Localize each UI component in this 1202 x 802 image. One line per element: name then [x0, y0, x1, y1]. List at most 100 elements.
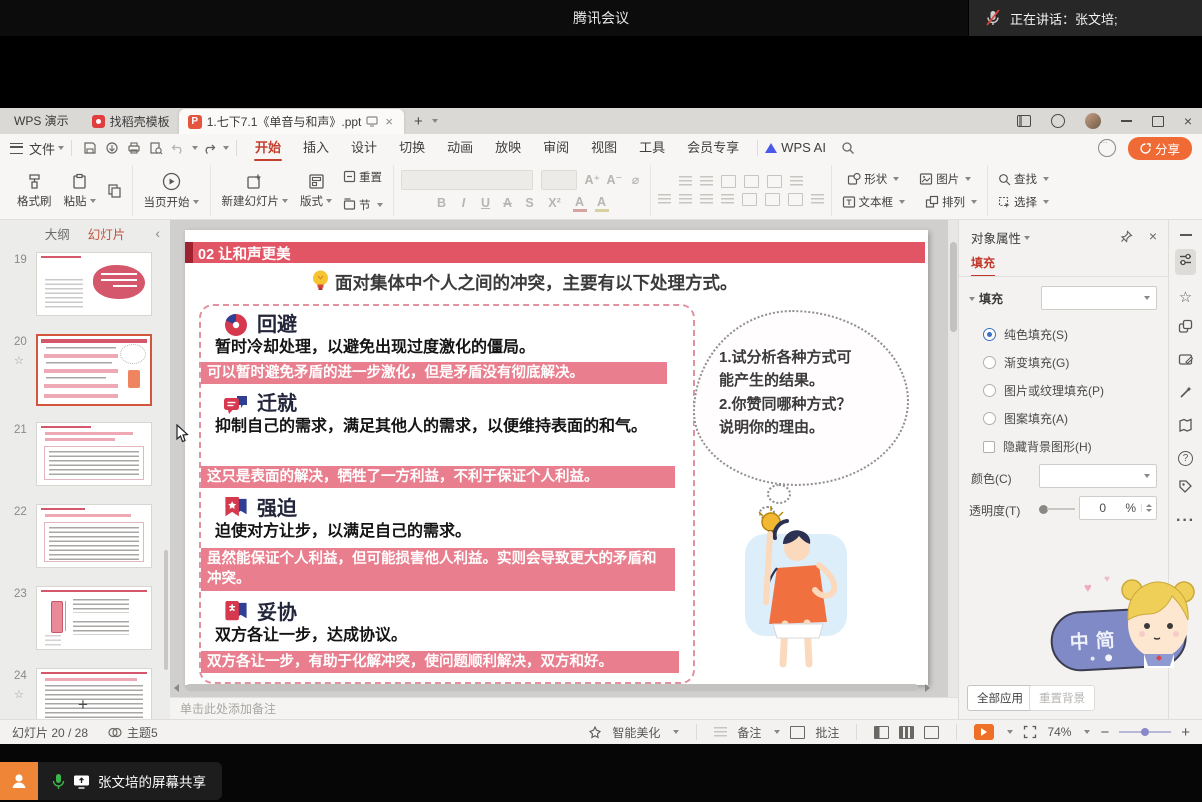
horizontal-scroll-thumb[interactable]: [186, 684, 918, 691]
color-dropdown[interactable]: [1039, 464, 1157, 488]
slide-thumbnail[interactable]: [36, 586, 152, 650]
menu-transition[interactable]: 切换: [388, 134, 436, 162]
transparency-spinner[interactable]: 0 %: [1079, 496, 1157, 520]
vertical-scrollbar[interactable]: [948, 220, 958, 697]
picture-texture-fill-radio[interactable]: 图片或纹理填充(P): [983, 382, 1104, 399]
online-services-icon[interactable]: [1051, 114, 1065, 128]
pattern-fill-radio[interactable]: 图案填充(A): [983, 410, 1068, 427]
layout-button[interactable]: 版式: [296, 171, 336, 211]
slide-editing-area[interactable]: 02 让和声更美 面对集体中个人之间的冲突，主要有以下处理方式。 回避: [185, 230, 928, 685]
gradient-fill-radio[interactable]: 渐变填充(G): [983, 354, 1069, 371]
sidebar-scrollbar[interactable]: [164, 550, 168, 670]
menu-slideshow[interactable]: 放映: [484, 134, 532, 162]
zoom-slider[interactable]: [1119, 731, 1171, 733]
format-painter-button[interactable]: 格式刷: [13, 171, 56, 211]
slides-tab[interactable]: 幻灯片: [88, 224, 126, 243]
hide-background-checkbox[interactable]: 隐藏背景图形(H): [983, 438, 1092, 455]
slide-thumbnail[interactable]: [36, 422, 152, 486]
menu-review[interactable]: 审阅: [532, 134, 580, 162]
feedback-smiley-icon[interactable]: [1098, 139, 1116, 157]
zoom-level[interactable]: 74%: [1047, 725, 1071, 739]
menu-insert[interactable]: 插入: [292, 134, 340, 162]
output-button[interactable]: [101, 138, 123, 158]
textbox-button[interactable]: 文本框: [839, 193, 909, 211]
file-menu[interactable]: 文件: [29, 139, 55, 158]
play-from-current-button[interactable]: 当页开始: [140, 170, 203, 212]
solid-fill-radio[interactable]: 纯色填充(S): [983, 326, 1068, 343]
spin-down-icon[interactable]: [1146, 509, 1152, 512]
theme-label[interactable]: 主题5: [127, 724, 158, 741]
shape-library-icon[interactable]: [1178, 319, 1193, 339]
search-icon[interactable]: [837, 138, 859, 158]
side-panel-icon[interactable]: [1017, 115, 1031, 127]
menu-wps-ai[interactable]: WPS AI: [781, 134, 837, 162]
close-tab-icon[interactable]: ×: [383, 114, 395, 129]
picture-button[interactable]: 图片: [916, 170, 974, 188]
undo-button[interactable]: [167, 138, 189, 158]
properties-icon[interactable]: [1175, 249, 1196, 275]
edit-pen-icon[interactable]: [1178, 352, 1193, 372]
fill-tab[interactable]: 填充: [971, 254, 995, 277]
arrange-button[interactable]: 排列: [922, 193, 980, 211]
print-preview-button[interactable]: [145, 138, 167, 158]
play-options-caret-icon[interactable]: [1007, 730, 1013, 734]
smart-beautify-button[interactable]: 智能美化: [612, 724, 660, 741]
select-button[interactable]: 选择: [995, 193, 1052, 211]
menu-membership[interactable]: 会员专享: [676, 134, 750, 162]
slide-thumbnail-current[interactable]: [36, 334, 152, 406]
comments-button[interactable]: 批注: [815, 724, 839, 741]
tools-wand-icon[interactable]: [1178, 385, 1193, 405]
copy-button[interactable]: [104, 182, 125, 199]
notes-button[interactable]: 备注: [737, 724, 761, 741]
slideshow-play-button[interactable]: [974, 724, 994, 740]
wps-home-tab[interactable]: WPS 演示: [0, 108, 83, 134]
fit-window-icon[interactable]: [1023, 725, 1037, 739]
custom-tag-icon[interactable]: [1178, 479, 1193, 499]
maximize-button[interactable]: [1152, 116, 1164, 127]
effects-star-icon[interactable]: ☆: [1179, 288, 1192, 306]
collapse-panel-icon[interactable]: ‹: [155, 225, 160, 241]
share-button[interactable]: 分享: [1128, 137, 1192, 160]
save-button[interactable]: [79, 138, 101, 158]
spin-up-icon[interactable]: [1146, 504, 1152, 507]
slide-sorter-view-icon[interactable]: [899, 726, 914, 739]
transparency-slider-track[interactable]: [1047, 508, 1075, 510]
zoom-out-button[interactable]: −: [1100, 724, 1109, 741]
outline-tab[interactable]: 大纲: [45, 224, 70, 243]
scroll-left-icon[interactable]: [174, 684, 179, 692]
pin-icon[interactable]: [1120, 230, 1133, 243]
apply-all-button[interactable]: 全部应用: [967, 685, 1033, 711]
menu-home[interactable]: 开始: [244, 134, 292, 162]
redo-button[interactable]: [198, 138, 220, 158]
new-slide-button[interactable]: 新建幻灯片: [218, 171, 293, 211]
fill-style-dropdown[interactable]: [1041, 286, 1157, 310]
normal-view-icon[interactable]: [874, 726, 889, 739]
horizontal-scrollbar[interactable]: [174, 682, 940, 693]
paste-button[interactable]: 粘贴: [60, 171, 100, 211]
close-window-button[interactable]: ×: [1184, 114, 1192, 128]
resource-library-icon[interactable]: [1178, 418, 1193, 438]
slide-thumbnail[interactable]: [36, 504, 152, 568]
find-button[interactable]: 查找: [995, 170, 1052, 188]
minimize-button[interactable]: [1121, 120, 1132, 122]
slide-thumbnail[interactable]: [36, 252, 152, 316]
print-button[interactable]: [123, 138, 145, 158]
help-icon[interactable]: ?: [1178, 451, 1193, 466]
notes-input[interactable]: 单击此处添加备注: [170, 697, 958, 719]
collapse-strip-icon[interactable]: [1180, 234, 1192, 236]
account-avatar[interactable]: [1085, 113, 1101, 129]
close-panel-icon[interactable]: ×: [1149, 228, 1157, 244]
menu-tools[interactable]: 工具: [628, 134, 676, 162]
scroll-right-icon[interactable]: [925, 684, 930, 692]
shapes-button[interactable]: 形状: [844, 170, 902, 188]
section-button[interactable]: 节: [340, 196, 386, 214]
more-icon[interactable]: ···: [1176, 512, 1195, 530]
add-slide-button[interactable]: +: [78, 695, 88, 715]
vertical-scroll-thumb[interactable]: [950, 242, 957, 332]
document-tab[interactable]: P 1.七下7.1《单音与和声》.ppt ×: [179, 109, 404, 134]
menu-animation[interactable]: 动画: [436, 134, 484, 162]
menu-design[interactable]: 设计: [340, 134, 388, 162]
reading-view-icon[interactable]: [924, 726, 939, 739]
reset-button[interactable]: 重置: [340, 168, 386, 186]
zoom-in-button[interactable]: +: [1181, 724, 1190, 741]
